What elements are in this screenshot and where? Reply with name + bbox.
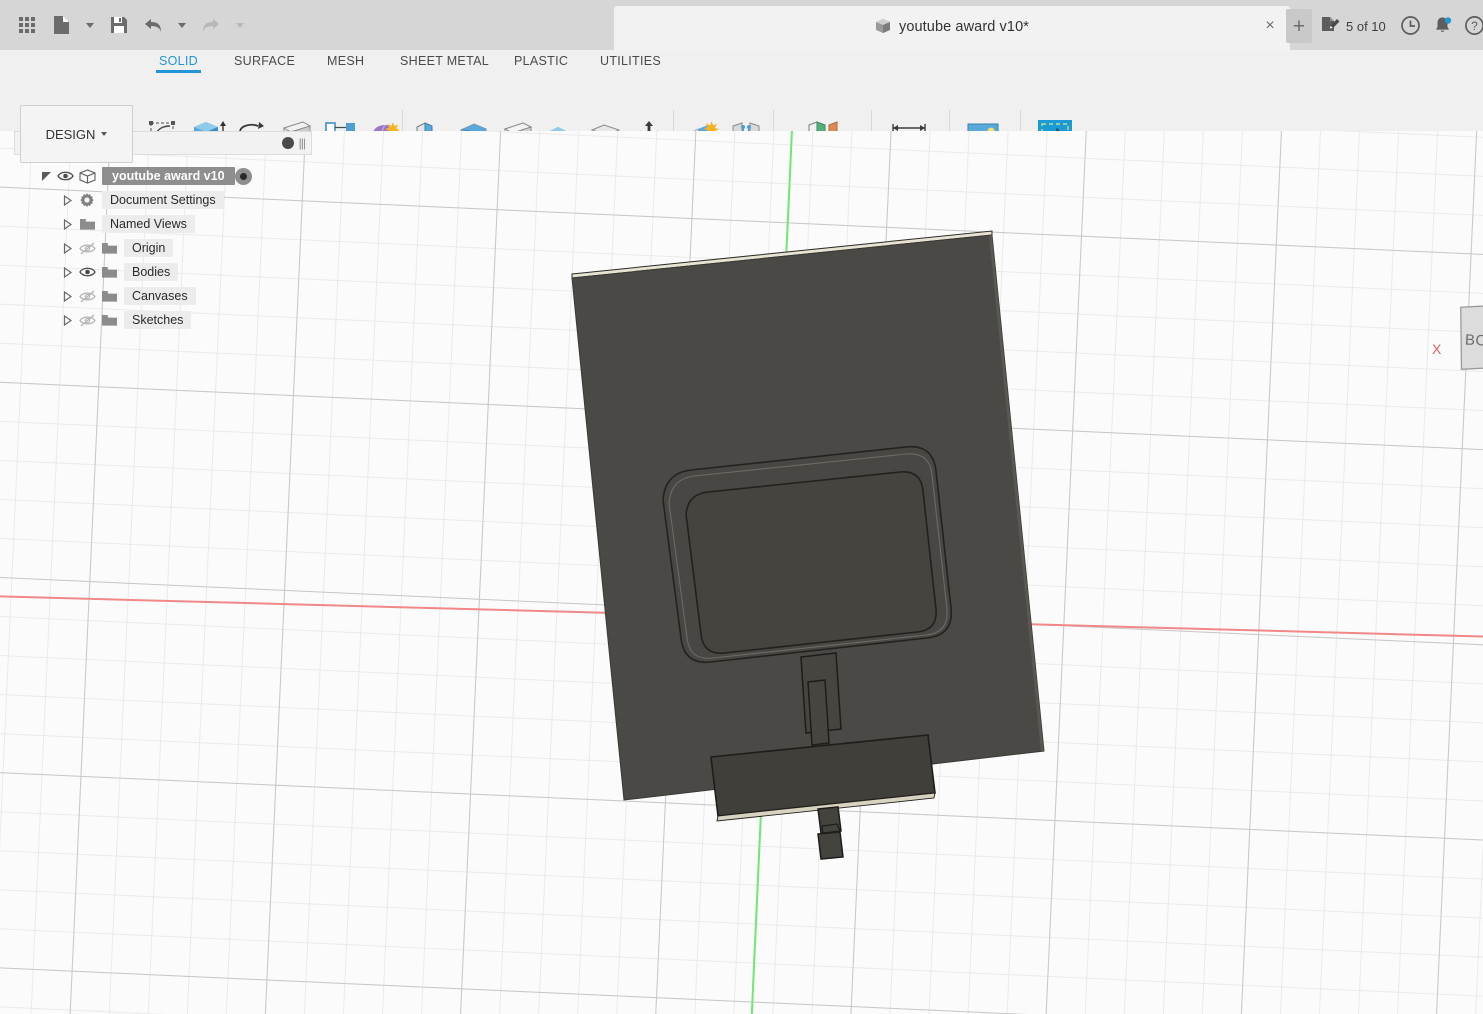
panel-options-icon[interactable] xyxy=(282,137,294,149)
viewport-canvas[interactable]: BOTT X ◂◂ BROWSER ||| xyxy=(0,131,1483,1014)
tree-root-label: youtube award v10 xyxy=(102,167,235,185)
workspace-label: DESIGN xyxy=(46,127,96,142)
tree-item-label: Named Views xyxy=(102,215,195,233)
browser-tree: youtube award v10 Document Settings xyxy=(14,164,312,332)
expand-triangle-icon[interactable] xyxy=(60,288,76,304)
visibility-eye-icon[interactable] xyxy=(76,264,98,280)
undo-icon[interactable] xyxy=(136,8,170,42)
app-grid-icon[interactable] xyxy=(10,8,44,42)
notifications-bell-icon[interactable] xyxy=(1430,13,1454,37)
folder-icon xyxy=(98,264,120,280)
view-cube[interactable]: BOTT xyxy=(1449,291,1483,406)
tree-item-bodies[interactable]: Bodies xyxy=(14,260,312,284)
tree-item-origin[interactable]: Origin xyxy=(14,236,312,260)
visibility-eye-icon[interactable] xyxy=(54,168,76,184)
ribbon-tabstrip: SOLID SURFACE MESH SHEET METAL PLASTIC U… xyxy=(0,50,1483,73)
title-bar: youtube award v10* × + 5 of 10 xyxy=(0,0,1483,51)
tree-root-row[interactable]: youtube award v10 xyxy=(14,164,312,188)
ribbon-tab-solid[interactable]: SOLID xyxy=(159,54,198,68)
panel-resize-grip[interactable]: ||| xyxy=(299,136,305,150)
tree-item-sketches[interactable]: Sketches xyxy=(14,308,312,332)
expand-triangle-icon[interactable] xyxy=(60,240,76,256)
ribbon-tab-utilities[interactable]: UTILITIES xyxy=(600,54,661,68)
quick-access-toolbar xyxy=(10,8,252,42)
file-icon[interactable] xyxy=(44,8,78,42)
ribbon-tab-plastic[interactable]: PLASTIC xyxy=(514,54,568,68)
tree-item-canvases[interactable]: Canvases xyxy=(14,284,312,308)
visibility-eye-off-icon[interactable] xyxy=(76,240,98,256)
x-axis-label: X xyxy=(1432,341,1441,357)
upload-count-label: 5 of 10 xyxy=(1346,19,1386,34)
expand-triangle-icon[interactable] xyxy=(60,192,76,208)
ribbon-tab-mesh[interactable]: MESH xyxy=(327,54,364,68)
tree-item-named-views[interactable]: Named Views xyxy=(14,212,312,236)
tree-item-label: Canvases xyxy=(124,287,196,305)
folder-icon xyxy=(98,312,120,328)
folder-icon xyxy=(76,216,98,232)
tree-item-label: Document Settings xyxy=(102,191,224,209)
upload-status[interactable]: 5 of 10 xyxy=(1321,14,1386,38)
file-dropdown-caret-icon[interactable] xyxy=(78,8,102,42)
expand-triangle-icon[interactable] xyxy=(38,168,54,184)
visibility-eye-off-icon[interactable] xyxy=(76,288,98,304)
fusion360-window: youtube award v10* × + 5 of 10 xyxy=(0,0,1483,1014)
save-icon[interactable] xyxy=(102,8,136,42)
close-document-icon[interactable]: × xyxy=(1262,18,1278,34)
folder-icon xyxy=(98,288,120,304)
svg-text:?: ? xyxy=(1471,19,1478,33)
document-tab[interactable]: youtube award v10* xyxy=(614,6,1290,50)
expand-triangle-icon[interactable] xyxy=(60,312,76,328)
recent-clock-icon[interactable] xyxy=(1398,13,1422,37)
help-question-icon[interactable]: ? xyxy=(1462,13,1483,37)
tree-item-label: Origin xyxy=(124,239,173,257)
gear-icon xyxy=(76,192,98,208)
chevron-down-icon xyxy=(101,132,107,136)
visibility-eye-off-icon[interactable] xyxy=(76,312,98,328)
expand-triangle-icon[interactable] xyxy=(60,216,76,232)
svg-text:BOTT: BOTT xyxy=(1465,331,1483,350)
undo-dropdown-caret-icon[interactable] xyxy=(170,8,194,42)
activate-component-radio[interactable] xyxy=(235,168,252,185)
document-title: youtube award v10* xyxy=(875,18,1029,38)
upload-document-icon xyxy=(1321,15,1341,38)
ribbon: SOLID SURFACE MESH SHEET METAL PLASTIC U… xyxy=(0,50,1483,132)
expand-triangle-icon[interactable] xyxy=(60,264,76,280)
new-document-tab-button[interactable]: + xyxy=(1286,9,1312,43)
tree-item-label: Sketches xyxy=(124,311,191,329)
ribbon-tab-sheet-metal[interactable]: SHEET METAL xyxy=(400,54,489,68)
titlebar-right-icons: ? xyxy=(1398,13,1483,37)
redo-dropdown-caret-icon[interactable] xyxy=(228,8,252,42)
component-cube-icon xyxy=(875,18,891,38)
workspace-switcher-button[interactable]: DESIGN xyxy=(20,105,133,163)
redo-icon[interactable] xyxy=(194,8,228,42)
component-cube-icon xyxy=(76,168,98,184)
tree-item-document-settings[interactable]: Document Settings xyxy=(14,188,312,212)
ribbon-tab-surface[interactable]: SURFACE xyxy=(234,54,295,68)
tree-item-label: Bodies xyxy=(124,263,178,281)
folder-icon xyxy=(98,240,120,256)
document-title-text: youtube award v10* xyxy=(899,19,1029,35)
